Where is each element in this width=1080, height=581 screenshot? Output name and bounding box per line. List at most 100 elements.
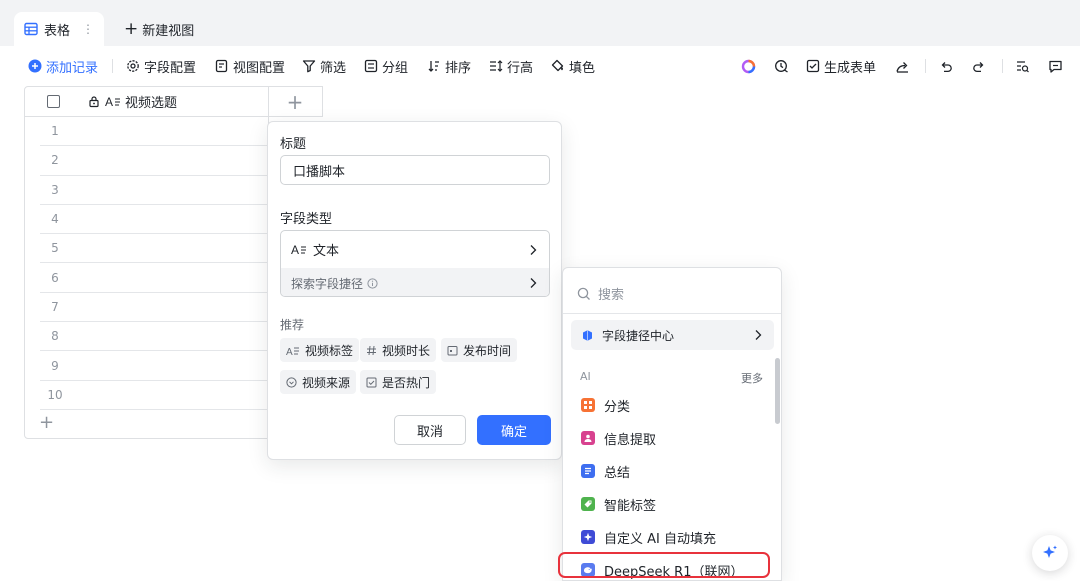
generate-form-button[interactable]: 生成表单 <box>806 56 876 76</box>
menu-item-smart-tag[interactable]: 智能标签 <box>581 492 656 516</box>
filter-button[interactable]: 筛选 <box>302 56 346 76</box>
divider <box>1002 59 1003 73</box>
menu-item-custom-ai-fill[interactable]: 自定义 AI 自动填充 <box>581 525 716 549</box>
grid-header-row: A 视频选题 <box>25 87 268 117</box>
comment-icon[interactable] <box>1045 56 1065 76</box>
field-type-value: 文本 <box>313 244 340 259</box>
table-row[interactable]: 8 <box>40 322 268 352</box>
row-number: 7 <box>51 299 59 314</box>
menu-item-info-extract[interactable]: 信息提取 <box>581 426 656 450</box>
menu-item-label: 智能标签 <box>604 498 657 514</box>
sparkle-icon <box>1041 544 1059 562</box>
plus-icon: + <box>124 19 139 39</box>
field-config-label: 字段配置 <box>144 60 197 76</box>
add-record-button[interactable]: 添加记录 <box>28 56 98 76</box>
sort-icon <box>427 59 441 73</box>
table-row[interactable]: 9 <box>40 351 268 381</box>
form-check-icon <box>806 59 820 73</box>
row-height-icon <box>489 59 503 73</box>
chip-label: 发布时间 <box>463 343 512 358</box>
table-row[interactable]: 7 <box>40 293 268 323</box>
gear-icon <box>126 59 140 73</box>
shortcut-center-icon <box>581 329 594 342</box>
view-config-button[interactable]: 视图配置 <box>215 56 285 76</box>
table-row[interactable]: 10 <box>40 381 268 410</box>
automation-clock-icon[interactable] <box>771 56 791 76</box>
menu-scrollbar[interactable] <box>775 358 780 424</box>
row-number: 5 <box>51 241 59 256</box>
table-row[interactable]: 2 <box>40 146 268 176</box>
field-config-button[interactable]: 字段配置 <box>126 56 196 76</box>
row-number: 4 <box>51 212 59 227</box>
menu-search-input[interactable]: 搜索 <box>577 284 624 303</box>
tab-more-icon[interactable]: ⋮ <box>82 22 94 36</box>
calendar-icon <box>447 345 458 356</box>
ai-section-label: AI <box>580 370 591 383</box>
table-row[interactable]: 4 <box>40 205 268 235</box>
share-icon[interactable] <box>892 56 912 76</box>
sort-label: 排序 <box>445 60 472 76</box>
text-type-icon: A <box>105 95 121 108</box>
checkbox-icon <box>366 377 377 388</box>
tab-table-view[interactable]: 表格 ⋮ <box>14 12 104 46</box>
menu-item-label: 自定义 AI 自动填充 <box>604 531 716 547</box>
shortcut-center-item[interactable]: 字段捷径中心 <box>571 320 774 350</box>
add-row-button[interactable]: + <box>39 414 54 432</box>
new-view-button[interactable]: + 新建视图 <box>124 19 194 40</box>
row-number: 1 <box>51 124 59 139</box>
sort-button[interactable]: 排序 <box>427 56 471 76</box>
number-hash-icon <box>366 345 377 356</box>
row-number: 9 <box>51 358 59 373</box>
search-list-icon[interactable] <box>1012 56 1032 76</box>
divider <box>563 313 781 314</box>
menu-item-summary[interactable]: 总结 <box>581 459 630 483</box>
view-config-icon <box>215 59 229 73</box>
table-row[interactable]: 6 <box>40 263 268 293</box>
table-row[interactable]: 1 <box>40 117 268 147</box>
select-all-checkbox[interactable] <box>47 95 60 108</box>
fill-color-button[interactable]: 填色 <box>551 56 595 76</box>
svg-text:A: A <box>105 95 113 108</box>
redo-icon[interactable] <box>968 56 988 76</box>
text-type-icon: A <box>286 345 300 356</box>
chip-video-source[interactable]: 视频来源 <box>280 370 357 394</box>
fill-color-label: 填色 <box>569 60 596 76</box>
chevron-right-icon <box>529 244 537 256</box>
divider <box>112 59 113 73</box>
add-record-label: 添加记录 <box>46 60 99 76</box>
column-header-label[interactable]: 视频选题 <box>125 92 177 111</box>
ai-ring-icon[interactable] <box>738 56 758 76</box>
explore-shortcuts-row[interactable]: 探索字段捷径 <box>281 268 549 296</box>
tag-icon <box>581 497 595 511</box>
row-height-button[interactable]: 行高 <box>489 56 533 76</box>
table-row[interactable]: 3 <box>40 176 268 205</box>
chip-video-tag[interactable]: A 视频标签 <box>280 338 360 362</box>
svg-text:A: A <box>291 243 299 256</box>
chip-video-duration[interactable]: 视频时长 <box>360 338 437 362</box>
chip-publish-time[interactable]: 发布时间 <box>441 338 518 362</box>
confirm-button[interactable]: 确定 <box>477 415 551 445</box>
tab-label: 表格 <box>44 23 71 39</box>
group-label: 分组 <box>382 60 409 76</box>
chip-label: 视频标签 <box>305 343 354 358</box>
search-icon <box>577 287 591 301</box>
more-link[interactable]: 更多 <box>741 370 763 386</box>
row-number: 3 <box>51 182 59 197</box>
single-select-icon <box>286 376 297 388</box>
menu-item-classify[interactable]: 分类 <box>581 393 630 417</box>
group-button[interactable]: 分组 <box>364 56 408 76</box>
row-number: 2 <box>51 153 59 168</box>
explore-shortcuts-label: 探索字段捷径 <box>291 276 364 291</box>
table-row[interactable]: 5 <box>40 234 268 264</box>
paint-bucket-icon <box>551 59 565 73</box>
add-column-button[interactable]: + <box>268 86 323 117</box>
filter-icon <box>302 59 316 73</box>
field-title-input[interactable]: 口播脚本 <box>280 155 550 185</box>
chip-is-trending[interactable]: 是否热门 <box>360 370 437 394</box>
undo-icon[interactable] <box>936 56 956 76</box>
field-type-dropdown[interactable]: A 文本 <box>281 231 549 268</box>
chevron-right-icon <box>529 277 537 289</box>
ai-assistant-button[interactable] <box>1032 535 1068 571</box>
field-config-panel: 标题 口播脚本 字段类型 A 文本 探索字段捷径 推荐 A 视频标签 视频时长 … <box>267 121 562 460</box>
cancel-button[interactable]: 取消 <box>394 415 466 445</box>
